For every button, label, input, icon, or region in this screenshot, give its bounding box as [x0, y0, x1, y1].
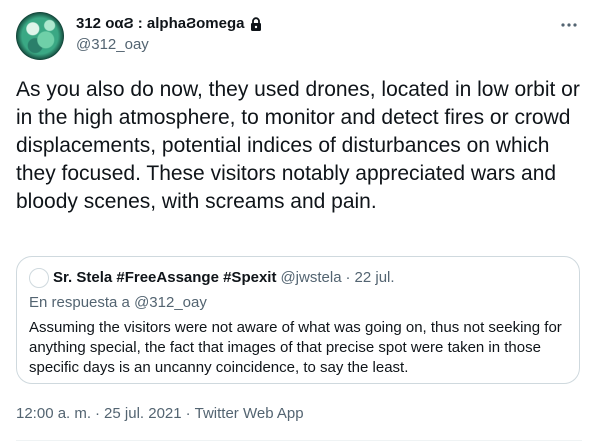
more-horizontal-icon	[561, 23, 577, 27]
quoted-tweet[interactable]: Sr. Stela #FreeAssange #Spexit @jwstela …	[16, 256, 580, 384]
meta-separator: ·	[95, 405, 101, 422]
tweet-detail: 312 οαϨ : alphaϨomega @312_oay As you al…	[0, 0, 598, 443]
author-avatar[interactable]	[16, 12, 64, 60]
quoted-tweet-date: 22 jul.	[354, 269, 395, 286]
quoted-separator: ·	[345, 269, 351, 286]
author-display-name-row[interactable]: 312 οαϨ : alphaϨomega	[76, 14, 264, 34]
tweet-text: As you also do now, they used drones, lo…	[16, 78, 580, 213]
meta-separator: ·	[185, 405, 191, 422]
quoted-author-avatar	[29, 268, 49, 288]
tweet-source[interactable]: Twitter Web App	[195, 405, 304, 422]
quoted-reply-context: En respuesta a @312_oay	[29, 294, 207, 311]
quoted-tweet-text: Assuming the visitors were not aware of …	[29, 319, 562, 376]
tweet-timestamp-time[interactable]: 12:00 a. m.	[16, 405, 91, 422]
tweet-header: 312 οαϨ : alphaϨomega @312_oay	[16, 12, 586, 64]
tweet-meta: 12:00 a. m. · 25 jul. 2021 · Twitter Web App	[16, 404, 304, 424]
divider	[16, 440, 582, 441]
quoted-author-display-name: Sr. Stela #FreeAssange #Spexit	[53, 269, 277, 286]
tweet-timestamp-date[interactable]: 25 jul. 2021	[104, 405, 182, 422]
quoted-author-handle: @jwstela	[280, 269, 342, 286]
author-handle[interactable]: @312_oay	[76, 35, 264, 55]
author-display-name[interactable]: 312 οαϨ : alphaϨomega	[76, 14, 244, 34]
author-names: 312 οαϨ : alphaϨomega @312_oay	[76, 14, 264, 55]
more-options-button[interactable]	[552, 12, 586, 38]
lock-icon	[248, 16, 264, 32]
quoted-tweet-header: Sr. Stela #FreeAssange #Spexit @jwstela …	[29, 268, 395, 288]
